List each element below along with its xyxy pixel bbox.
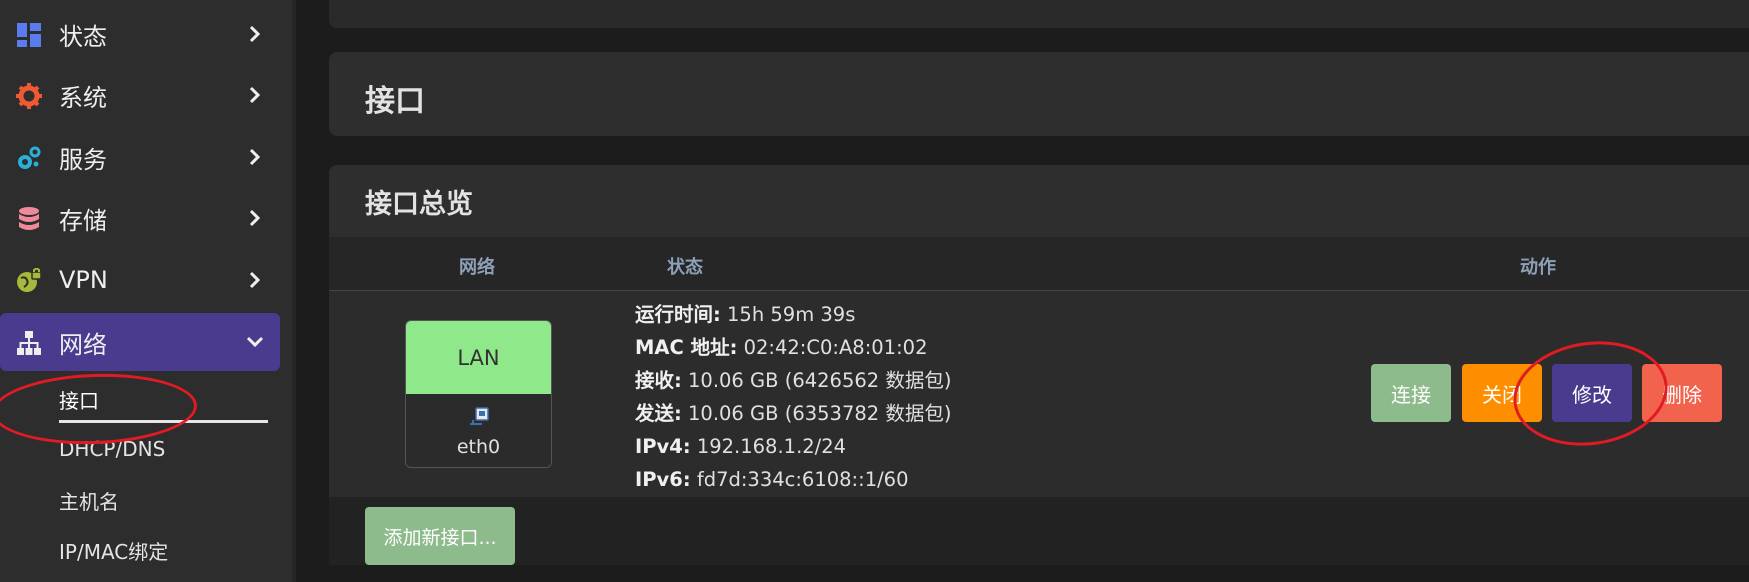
status-key: 运行时间: bbox=[635, 303, 721, 326]
status-key: IPv4: bbox=[635, 435, 691, 458]
globe-lock-icon bbox=[17, 268, 42, 292]
column-header-status: 状态 bbox=[667, 257, 703, 278]
status-key: 接收: bbox=[635, 369, 682, 392]
menu-item-label: 网络 bbox=[59, 330, 107, 359]
menu-item-system[interactable]: 系统 bbox=[0, 66, 280, 124]
menu-item-services[interactable]: 服务 bbox=[0, 128, 280, 186]
database-icon bbox=[19, 207, 39, 230]
device-name: eth0 bbox=[456, 436, 501, 458]
sidebar-divider bbox=[292, 0, 296, 582]
chevron-down-icon bbox=[246, 336, 264, 348]
connect-button[interactable]: 连接 bbox=[1371, 364, 1451, 422]
page-title: 接口 bbox=[365, 84, 425, 119]
status-value: 10.06 GB (6426562 数据包) bbox=[681, 369, 952, 392]
menu-item-storage[interactable]: 存储 bbox=[0, 189, 280, 247]
page-header: 接口 bbox=[329, 52, 1749, 136]
status-key: MAC 地址: bbox=[635, 336, 738, 359]
status-uptime: 运行时间: 15h 59m 39s bbox=[635, 298, 951, 331]
table-row: LAN eth0 运行时间: 15h 59m 39s MAC 地址: 02:42… bbox=[329, 292, 1749, 497]
ethernet-port-icon bbox=[470, 407, 489, 425]
status-ipv6: IPv6: fd7d:334c:6108::1/60 bbox=[635, 463, 951, 496]
sitemap-icon bbox=[17, 331, 41, 355]
menu-item-label: 系统 bbox=[59, 83, 107, 112]
previous-panel bbox=[329, 0, 1749, 28]
menu-item-status[interactable]: 状态 bbox=[0, 5, 280, 63]
interface-overview-section: 接口总览 网络 状态 动作 LAN eth0 运行时间: 15h 59m 39s… bbox=[329, 165, 1749, 565]
chevron-right-icon bbox=[249, 25, 261, 43]
status-value: fd7d:334c:6108::1/60 bbox=[690, 468, 909, 491]
sidebar-subitem-dhcp-dns[interactable]: DHCP/DNS bbox=[59, 437, 165, 461]
sidebar-subitem-ip-mac-binding[interactable]: IP/MAC绑定 bbox=[59, 536, 168, 565]
status-ipv4: IPv4: 192.168.1.2/24 bbox=[635, 430, 951, 463]
chevron-right-icon bbox=[249, 86, 261, 104]
column-header-network: 网络 bbox=[459, 257, 495, 278]
interface-device: eth0 bbox=[406, 394, 551, 467]
status-key: IPv6: bbox=[635, 468, 691, 491]
menu-item-vpn[interactable]: VPN bbox=[0, 251, 280, 309]
sidebar-subitem-interfaces[interactable]: 接口 bbox=[59, 385, 99, 414]
active-subitem-underline bbox=[59, 420, 268, 423]
interface-badge[interactable]: LAN eth0 bbox=[405, 320, 552, 468]
sidebar-subitem-hostnames[interactable]: 主机名 bbox=[59, 486, 119, 515]
interface-name: LAN bbox=[406, 321, 551, 394]
status-key: 发送: bbox=[635, 402, 682, 425]
menu-item-label: 存储 bbox=[59, 206, 107, 235]
table-footer: 添加新接口... bbox=[329, 497, 1749, 565]
status-tx: 发送: 10.06 GB (6353782 数据包) bbox=[635, 397, 951, 430]
section-title: 接口总览 bbox=[365, 189, 473, 220]
sidebar: 状态 系统 服务 存储 VPN 网络 接口 DHCP/DNS 主机名 IP/MA… bbox=[0, 0, 292, 582]
column-header-actions: 动作 bbox=[1520, 257, 1556, 278]
interface-status: 运行时间: 15h 59m 39s MAC 地址: 02:42:C0:A8:01… bbox=[635, 298, 951, 496]
status-value: 15h 59m 39s bbox=[720, 303, 856, 326]
menu-item-label: 状态 bbox=[59, 22, 107, 51]
edit-button[interactable]: 修改 bbox=[1552, 364, 1632, 422]
gear-icon bbox=[16, 83, 42, 109]
menu-item-label: VPN bbox=[59, 266, 108, 294]
menu-item-label: 服务 bbox=[59, 145, 107, 174]
table-header: 网络 状态 动作 bbox=[329, 237, 1749, 291]
status-mac: MAC 地址: 02:42:C0:A8:01:02 bbox=[635, 331, 951, 364]
status-rx: 接收: 10.06 GB (6426562 数据包) bbox=[635, 364, 951, 397]
chevron-right-icon bbox=[249, 148, 261, 166]
dashboard-icon bbox=[17, 23, 41, 47]
delete-button[interactable]: 删除 bbox=[1642, 364, 1722, 422]
chevron-right-icon bbox=[249, 271, 261, 289]
menu-item-network[interactable]: 网络 bbox=[0, 313, 280, 371]
status-value: 192.168.1.2/24 bbox=[690, 435, 847, 458]
status-value: 02:42:C0:A8:01:02 bbox=[737, 336, 928, 359]
cogs-icon bbox=[18, 146, 41, 169]
status-value: 10.06 GB (6353782 数据包) bbox=[681, 402, 952, 425]
stop-button[interactable]: 关闭 bbox=[1462, 364, 1542, 422]
chevron-right-icon bbox=[249, 209, 261, 227]
add-interface-button[interactable]: 添加新接口... bbox=[365, 507, 515, 565]
